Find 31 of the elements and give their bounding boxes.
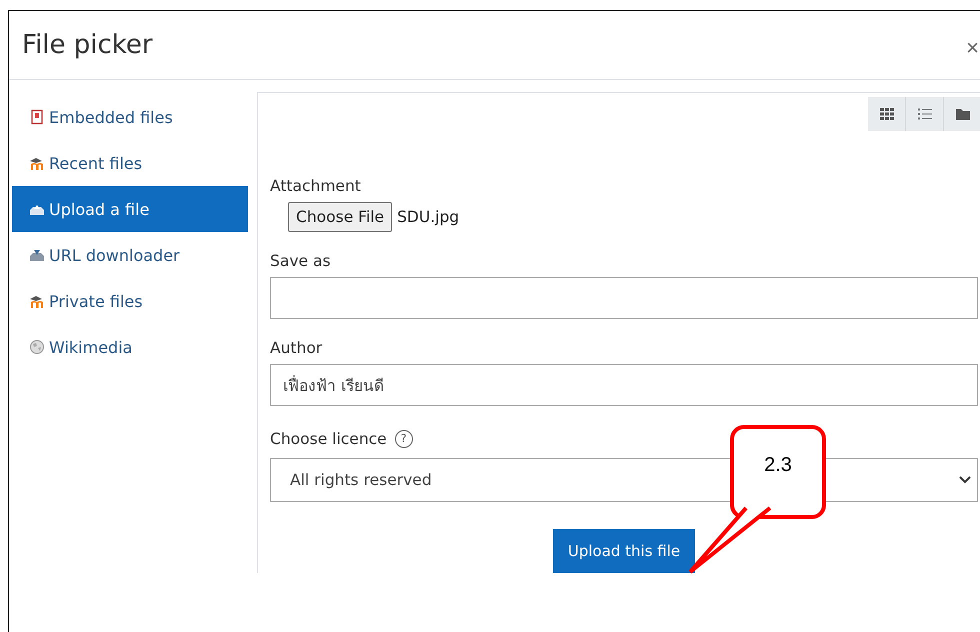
sidebar-item[interactable]: Recent files xyxy=(12,140,248,186)
mortarboard-icon xyxy=(29,293,45,309)
view-button[interactable] xyxy=(906,97,944,131)
view-button[interactable] xyxy=(944,97,980,131)
chevron-down-icon xyxy=(959,476,971,484)
author-field[interactable]: เฟื่องฟ้า เรียนดี xyxy=(270,364,978,406)
window-title: File picker xyxy=(22,30,153,60)
list-icon xyxy=(916,106,932,122)
choose-file-button[interactable]: Choose File xyxy=(288,202,392,232)
sidebar-item[interactable]: Embedded files xyxy=(12,94,248,140)
view-button[interactable] xyxy=(868,97,906,131)
grid-icon xyxy=(878,106,894,122)
download-icon xyxy=(29,247,45,263)
sidebar-item[interactable]: Wikimedia xyxy=(12,324,248,370)
field-label: Attachment xyxy=(270,177,362,195)
upload-button[interactable]: Upload this file xyxy=(552,529,696,573)
field-label: Author xyxy=(270,339,324,357)
mortarboard-icon xyxy=(29,155,45,171)
sidebar-item[interactable]: Upload a file xyxy=(12,186,248,232)
field-label: Choose licence xyxy=(270,430,387,448)
save-as-field[interactable] xyxy=(270,277,978,319)
callout-box: 2.3 xyxy=(730,425,826,519)
sidebar-item[interactable]: URL downloader xyxy=(12,232,248,278)
sidebar-item[interactable]: Private files xyxy=(12,278,248,324)
help-icon[interactable]: ? xyxy=(394,430,413,448)
close-button[interactable]: × xyxy=(966,35,979,61)
folder-icon xyxy=(954,106,970,122)
globe-icon xyxy=(29,339,45,355)
file-name: SDU.jpg xyxy=(397,208,460,226)
document-icon xyxy=(29,109,45,125)
field-label: Save as xyxy=(270,252,332,270)
